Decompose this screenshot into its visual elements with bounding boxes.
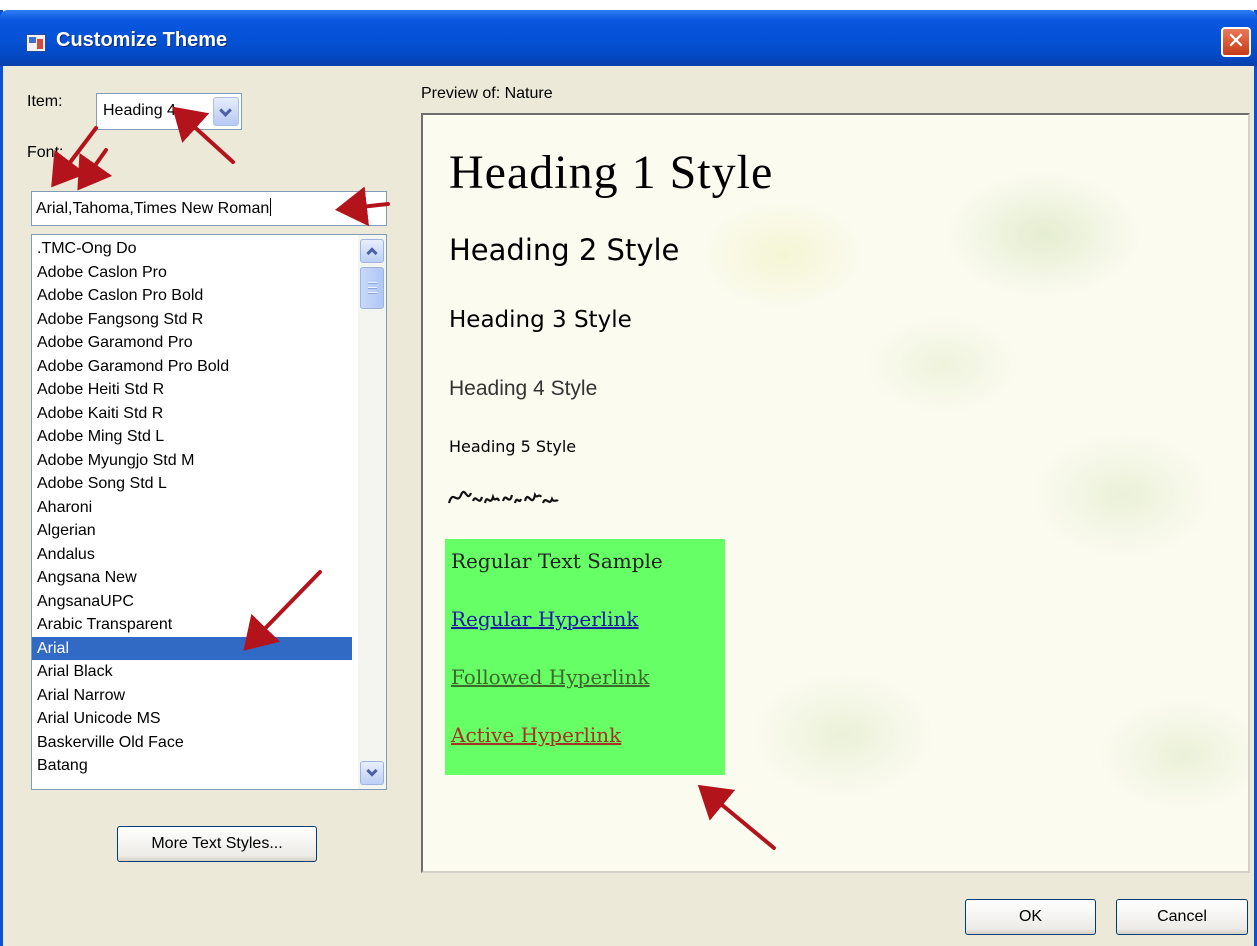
more-text-styles-button[interactable]: More Text Styles... — [117, 826, 317, 862]
active-hyperlink-sample: Active Hyperlink — [451, 723, 622, 747]
item-label: Item: — [27, 93, 63, 110]
customize-theme-dialog: Customize Theme ✕ Item: Heading 4 Font: … — [0, 10, 1257, 946]
font-list[interactable]: .TMC-Ong Do Adobe Caslon Pro Adobe Caslon … — [31, 234, 387, 790]
app-icon — [26, 34, 46, 52]
chevron-down-icon — [219, 104, 232, 117]
font-list-items: .TMC-Ong Do Adobe Caslon Pro Adobe Caslon … — [32, 237, 352, 778]
chevron-up-icon — [366, 247, 378, 259]
heading-1-sample: Heading 1 Style — [449, 146, 774, 199]
close-button[interactable]: ✕ — [1221, 27, 1251, 57]
font-list-item[interactable]: Adobe Garamond Pro — [32, 331, 352, 355]
regular-text-sample: Regular Text Sample — [451, 549, 663, 573]
text-sample-box: Regular Text Sample Regular Hyperlink Fo… — [445, 539, 725, 775]
heading-4-sample: Heading 4 Style — [449, 377, 598, 400]
font-list-item[interactable]: Arial — [32, 636, 352, 660]
theme-preview: Heading 1 Style Heading 2 Style Heading … — [421, 113, 1250, 873]
font-list-item[interactable]: Adobe Heiti Std R — [32, 378, 352, 402]
font-input[interactable]: Arial,Tahoma,Times New Roman — [31, 191, 387, 226]
close-icon: ✕ — [1226, 29, 1246, 54]
grip-line — [368, 287, 377, 289]
grip-line — [368, 282, 377, 284]
font-list-item[interactable]: Andalus — [32, 543, 352, 567]
font-list-item[interactable]: Adobe Kaiti Std R — [32, 402, 352, 426]
heading-3-sample: Heading 3 Style — [449, 307, 632, 333]
font-list-item[interactable]: Adobe Song Std L — [32, 472, 352, 496]
font-label: Font: — [27, 144, 64, 161]
window-title: Customize Theme — [56, 29, 228, 51]
text-caret — [270, 198, 272, 216]
font-list-item[interactable]: Adobe Myungjo Std M — [32, 449, 352, 473]
font-list-item[interactable]: Arial Unicode MS — [32, 707, 352, 731]
font-list-item[interactable]: Aharoni — [32, 496, 352, 520]
font-list-item[interactable]: Arabic Transparent — [32, 613, 352, 637]
font-list-item[interactable]: Arial Narrow — [32, 684, 352, 708]
cancel-button[interactable]: Cancel — [1116, 899, 1248, 935]
preview-label: Preview of: Nature — [421, 85, 553, 102]
regular-hyperlink-sample: Regular Hyperlink — [451, 607, 639, 631]
font-input-value: Arial,Tahoma,Times New Roman — [36, 200, 270, 217]
heading-5-sample: Heading 5 Style — [449, 437, 577, 456]
font-list-item[interactable]: Baskerville Old Face — [32, 731, 352, 755]
title-bar[interactable]: Customize Theme ✕ — [0, 10, 1257, 66]
scroll-thumb[interactable] — [360, 267, 384, 309]
font-list-scrollbar[interactable] — [358, 235, 386, 789]
followed-hyperlink-sample: Followed Hyperlink — [451, 665, 650, 689]
item-dropdown-value: Heading 4 — [103, 102, 176, 119]
font-list-item[interactable]: Batang — [32, 754, 352, 778]
item-dropdown[interactable]: Heading 4 — [96, 93, 242, 130]
scroll-down-button[interactable] — [360, 761, 384, 785]
font-list-item[interactable]: Adobe Ming Std L — [32, 425, 352, 449]
font-list-item[interactable]: Adobe Garamond Pro Bold — [32, 355, 352, 379]
font-list-item[interactable]: .TMC-Ong Do — [32, 237, 352, 261]
grip-line — [368, 292, 377, 294]
font-list-item[interactable]: Arial Black — [32, 660, 352, 684]
font-list-item[interactable]: Adobe Caslon Pro — [32, 261, 352, 285]
font-list-item[interactable]: Angsana New — [32, 566, 352, 590]
ok-button[interactable]: OK — [965, 899, 1096, 935]
font-list-item[interactable]: Adobe Fangsong Std R — [32, 308, 352, 332]
scroll-up-button[interactable] — [360, 239, 384, 263]
item-dropdown-button[interactable] — [213, 97, 239, 126]
heading-6-sample-glyphs — [447, 490, 559, 504]
chevron-down-icon — [366, 765, 378, 777]
heading-2-sample: Heading 2 Style — [449, 233, 680, 267]
font-list-item[interactable]: AngsanaUPC — [32, 590, 352, 614]
font-list-item[interactable]: Adobe Caslon Pro Bold — [32, 284, 352, 308]
font-list-item[interactable]: Algerian — [32, 519, 352, 543]
